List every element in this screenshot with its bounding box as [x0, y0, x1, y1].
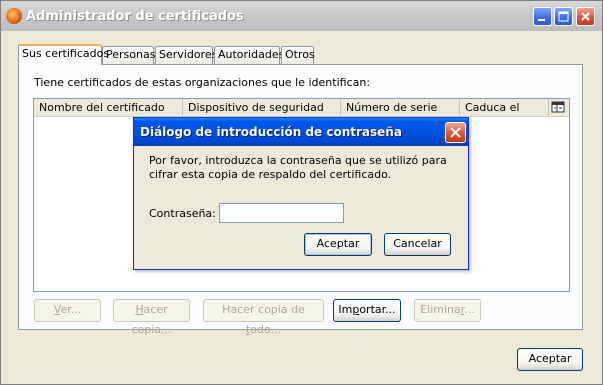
backup-all-button-label-pre: Hacer copia de [222, 303, 305, 316]
dialog-title-bar[interactable]: Diálogo de introducción de contraseña [134, 118, 468, 146]
dialog-title: Diálogo de introducción de contraseña [140, 125, 402, 139]
backup-button-accel: H [135, 303, 144, 316]
window-title: Administrador de certificados [26, 9, 244, 24]
minimize-icon [538, 19, 545, 21]
column-header-expires[interactable]: Caduca el [460, 99, 549, 116]
maximize-icon [558, 11, 569, 22]
backup-all-button[interactable]: Hacer copia de todo... [203, 299, 324, 336]
column-header-name[interactable]: Nombre del certificado [34, 99, 183, 116]
password-label: Contraseña: [149, 207, 216, 220]
import-button-label-post: ortar... [359, 303, 396, 316]
ok-button[interactable]: Aceptar [517, 348, 583, 371]
column-picker-icon[interactable] [551, 101, 565, 113]
minimize-button[interactable] [533, 7, 552, 26]
backup-button[interactable]: Hacer copia... [113, 299, 190, 336]
column-header-device[interactable]: Dispositivo de seguridad [183, 99, 341, 116]
close-button[interactable] [576, 7, 595, 26]
password-input[interactable] [219, 203, 344, 223]
delete-button-label-post: ... [464, 303, 475, 316]
delete-button-label-pre: Elimina [420, 303, 461, 316]
dialog-close-button[interactable] [445, 122, 466, 143]
import-button-label-pre: Im [338, 303, 353, 316]
close-icon [450, 127, 461, 138]
maximize-button[interactable] [554, 7, 573, 26]
tab-authorities[interactable]: Autoridades [214, 46, 284, 64]
tab-your-certificates[interactable]: Sus certificados [18, 44, 109, 65]
dialog-message: Por favor, introduzca la contraseña que … [149, 154, 447, 181]
dialog-cancel-button[interactable]: Cancelar [384, 233, 451, 256]
close-icon [581, 12, 590, 21]
import-button[interactable]: Importar... [333, 299, 401, 322]
tab-others[interactable]: Otros [281, 46, 315, 64]
backup-all-button-label-post: odo... [250, 323, 282, 336]
column-header-serial[interactable]: Número de serie [341, 99, 460, 116]
view-button[interactable]: Ver... [34, 299, 101, 322]
dialog-ok-button[interactable]: Aceptar [304, 233, 372, 256]
title-bar[interactable]: Administrador de certificados [1, 1, 602, 31]
tab-people[interactable]: Personas [102, 46, 155, 64]
password-dialog: Diálogo de introducción de contraseña Po… [133, 117, 469, 270]
list-header: Nombre del certificado Dispositivo de se… [34, 99, 569, 117]
delete-button[interactable]: Eliminar... [414, 299, 481, 322]
view-button-label-post: er... [60, 303, 82, 316]
panel-intro-text: Tiene certificados de estas organizacion… [34, 76, 371, 89]
tab-servers[interactable]: Servidores [155, 46, 217, 64]
firefox-icon [6, 8, 22, 24]
